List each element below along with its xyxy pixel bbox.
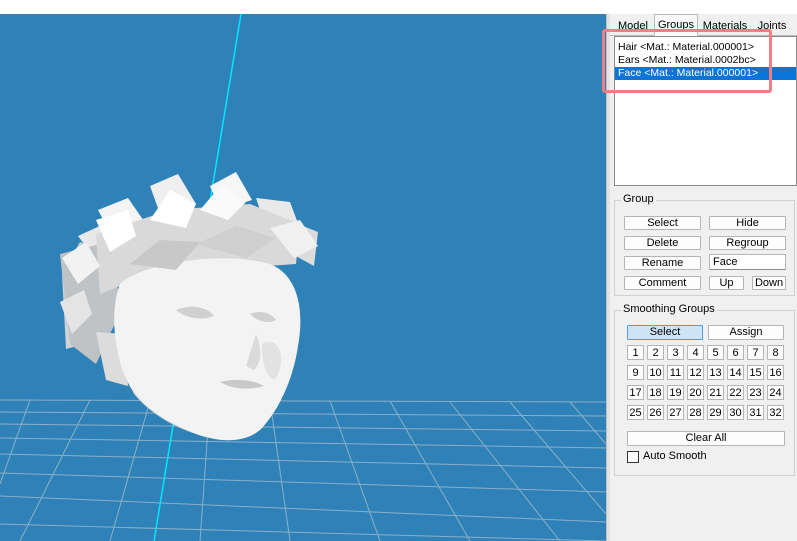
smoothing-group-25[interactable]: 25	[627, 405, 644, 420]
groups-listbox[interactable]: Hair <Mat.: Material.000001> Ears <Mat.:…	[614, 36, 797, 186]
group-rename-button[interactable]: Rename	[624, 256, 701, 270]
smoothing-group-30[interactable]: 30	[727, 405, 744, 420]
smoothing-assign-button[interactable]: Assign	[708, 325, 784, 340]
smoothing-group-16[interactable]: 16	[767, 365, 784, 380]
smoothing-group-11[interactable]: 11	[667, 365, 684, 380]
smoothing-group-4[interactable]: 4	[687, 345, 704, 360]
tab-groups[interactable]: Groups	[654, 14, 698, 36]
smoothing-group-14[interactable]: 14	[727, 365, 744, 380]
group-hide-button[interactable]: Hide	[709, 216, 786, 230]
panel-tabs: Model Groups Materials Joints	[610, 14, 797, 36]
3d-viewport[interactable]	[0, 14, 606, 541]
smoothing-group-26[interactable]: 26	[647, 405, 664, 420]
group-down-button[interactable]: Down	[752, 276, 786, 290]
auto-smooth-label: Auto Smooth	[643, 450, 707, 462]
smoothing-group-15[interactable]: 15	[747, 365, 764, 380]
smoothing-group-2[interactable]: 2	[647, 345, 664, 360]
group-section-title: Group	[621, 193, 656, 205]
smoothing-group-10[interactable]: 10	[647, 365, 664, 380]
smoothing-group-27[interactable]: 27	[667, 405, 684, 420]
smoothing-group-9[interactable]: 9	[627, 365, 644, 380]
smoothing-group-8[interactable]: 8	[767, 345, 784, 360]
smoothing-groups-section: Smoothing Groups Select Assign 1 2 3 4 5…	[614, 303, 795, 476]
smoothing-group-17[interactable]: 17	[627, 385, 644, 400]
smoothing-select-button[interactable]: Select	[627, 325, 703, 340]
group-regroup-button[interactable]: Regroup	[709, 236, 786, 250]
list-item-face[interactable]: Face <Mat.: Material.000001>	[615, 67, 796, 80]
smoothing-group-18[interactable]: 18	[647, 385, 664, 400]
smoothing-group-6[interactable]: 6	[727, 345, 744, 360]
smoothing-group-5[interactable]: 5	[707, 345, 724, 360]
list-item-ears[interactable]: Ears <Mat.: Material.0002bc>	[615, 54, 796, 67]
smoothing-group-7[interactable]: 7	[747, 345, 764, 360]
properties-panel: Model Groups Materials Joints Hair <Mat.…	[610, 14, 797, 541]
group-comment-button[interactable]: Comment	[624, 276, 701, 290]
smoothing-group-28[interactable]: 28	[687, 405, 704, 420]
group-section: Group Select Hide Delete Regroup Rename …	[614, 193, 795, 296]
smoothing-group-23[interactable]: 23	[747, 385, 764, 400]
group-name-field[interactable]: Face	[709, 254, 786, 270]
tab-model[interactable]: Model	[614, 17, 652, 35]
viewport-scene	[0, 14, 606, 541]
smoothing-groups-title: Smoothing Groups	[621, 303, 717, 315]
tab-materials[interactable]: Materials	[700, 17, 750, 35]
smoothing-group-20[interactable]: 20	[687, 385, 704, 400]
clear-all-button[interactable]: Clear All	[627, 431, 785, 446]
smoothing-group-31[interactable]: 31	[747, 405, 764, 420]
smoothing-group-22[interactable]: 22	[727, 385, 744, 400]
tab-joints[interactable]: Joints	[752, 17, 792, 35]
smoothing-group-13[interactable]: 13	[707, 365, 724, 380]
window-top-strip	[0, 0, 797, 14]
group-up-button[interactable]: Up	[709, 276, 744, 290]
ground-grid	[0, 399, 606, 541]
smoothing-group-32[interactable]: 32	[767, 405, 784, 420]
smoothing-group-3[interactable]: 3	[667, 345, 684, 360]
smoothing-group-19[interactable]: 19	[667, 385, 684, 400]
smoothing-group-29[interactable]: 29	[707, 405, 724, 420]
group-select-button[interactable]: Select	[624, 216, 701, 230]
smoothing-group-12[interactable]: 12	[687, 365, 704, 380]
smoothing-group-1[interactable]: 1	[627, 345, 644, 360]
smoothing-group-21[interactable]: 21	[707, 385, 724, 400]
list-item-hair[interactable]: Hair <Mat.: Material.000001>	[615, 41, 796, 54]
auto-smooth-checkbox[interactable]	[627, 451, 639, 463]
group-delete-button[interactable]: Delete	[624, 236, 701, 250]
smoothing-group-24[interactable]: 24	[767, 385, 784, 400]
